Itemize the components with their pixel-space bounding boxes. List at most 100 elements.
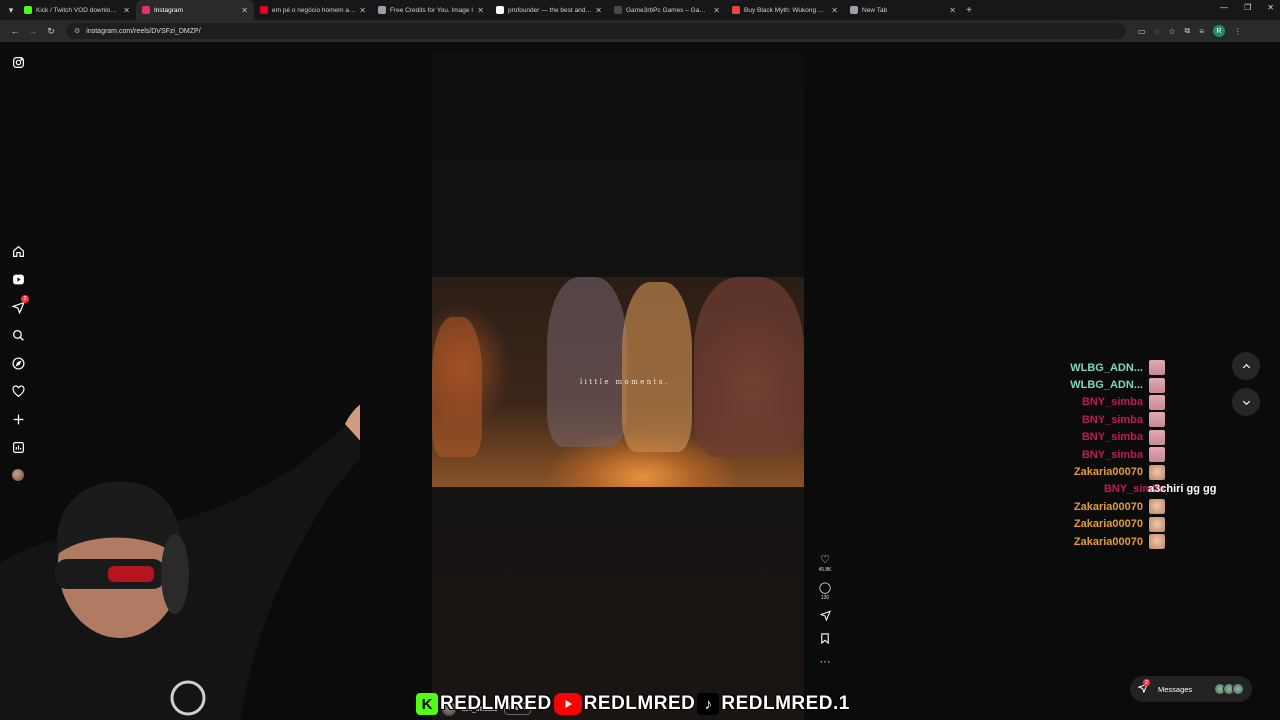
browser-tab[interactable]: Instagram ✕: [136, 0, 254, 20]
heart-icon: ♡: [820, 554, 830, 566]
downloads-icon[interactable]: ≡: [1199, 27, 1204, 36]
profile-avatar[interactable]: R: [1212, 25, 1225, 37]
browser-tab[interactable]: Buy Black Myth: Wukong Acco ✕: [726, 0, 844, 20]
chat-emote-icon: [1149, 377, 1165, 393]
reel-overlay-text: little moments.: [580, 378, 670, 386]
tab-favicon-icon: [850, 6, 858, 14]
menu-icon[interactable]: ⋮: [1234, 27, 1242, 36]
browser-tab[interactable]: Free Credits for You. Image I ✕: [372, 0, 490, 20]
browser-tab[interactable]: profounder — the best and fre ✕: [490, 0, 608, 20]
url-text: instagram.com/reels/DVSFzi_DMZP/: [86, 27, 201, 35]
back-icon[interactable]: ←: [6, 26, 24, 36]
more-options-button[interactable]: ···: [814, 656, 836, 668]
tab-close-icon[interactable]: ✕: [241, 6, 248, 15]
close-window-icon[interactable]: ✕: [1267, 3, 1274, 12]
reload-icon[interactable]: ↻: [42, 26, 60, 37]
browser-tab[interactable]: Kick / Twitch VOD downloader ✕: [18, 0, 136, 20]
tab-favicon-icon: [142, 6, 150, 14]
tab-close-icon[interactable]: ✕: [123, 6, 130, 15]
reel-video[interactable]: little moments.: [432, 277, 804, 487]
tab-close-icon[interactable]: ✕: [359, 6, 366, 15]
tab-favicon-icon: [496, 6, 504, 14]
chat-message: WLBG_ADN...: [1040, 376, 1165, 393]
tab-title: profounder — the best and fre: [508, 6, 593, 14]
chat-message: Zakaria00070: [1040, 463, 1165, 480]
reel-actions: ♡ 45.8K ◯ 130 ···: [814, 554, 836, 677]
browser-tab[interactable]: Game3rbPc Games – Games O ✕: [608, 0, 726, 20]
comment-count: 130: [820, 595, 830, 601]
instagram-page: 2 little moments. bihi_official1 Follow …: [0, 42, 1280, 720]
tab-title: em pé o negócio homem apon: [272, 6, 357, 14]
chat-emote-icon: [1149, 534, 1165, 550]
tab-favicon-icon: [378, 6, 386, 14]
tab-close-icon[interactable]: ✕: [949, 6, 956, 15]
tab-title: Instagram: [154, 6, 183, 14]
tab-close-icon[interactable]: ✕: [477, 6, 484, 15]
hide-icon[interactable]: ◌: [1155, 27, 1160, 36]
maximize-icon[interactable]: ❐: [1244, 3, 1251, 12]
browser-tab[interactable]: em pé o negócio homem apon ✕: [254, 0, 372, 20]
next-reel-button[interactable]: [1232, 388, 1260, 416]
streamer-webcam: [0, 404, 360, 720]
chat-emote-icon: [1149, 412, 1165, 428]
search-icon[interactable]: [9, 326, 27, 344]
extensions-icon[interactable]: ⧉: [1185, 26, 1191, 36]
messages-badge: 2: [1143, 679, 1150, 686]
chat-message: BNY_simba: [1040, 446, 1165, 463]
tiktok-logo-icon: ♪: [697, 693, 720, 715]
comment-icon: ◯: [818, 582, 832, 594]
address-bar[interactable]: ⚙ instagram.com/reels/DVSFzi_DMZP/: [66, 23, 1126, 39]
chat-username: WLBG_ADN...: [1070, 379, 1143, 392]
tab-close-icon[interactable]: ✕: [713, 6, 720, 15]
video-figure: [547, 277, 627, 447]
tab-close-icon[interactable]: ✕: [595, 6, 602, 15]
send-icon: [814, 610, 836, 624]
cast-icon[interactable]: ▭: [1138, 27, 1146, 36]
chevron-down-icon: [1242, 400, 1250, 405]
comment-button[interactable]: ◯ 130: [814, 582, 836, 601]
direct-send-icon[interactable]: 2: [9, 295, 29, 316]
minimize-icon[interactable]: —: [1220, 3, 1228, 12]
chat-emote-icon: [1149, 360, 1165, 376]
new-tab-button[interactable]: +: [962, 5, 976, 16]
messages-label: Messages: [1158, 684, 1193, 694]
youtube-logo-icon: [553, 693, 582, 715]
chat-username: BNY_simba: [1081, 413, 1143, 426]
tab-search-icon[interactable]: ▾: [4, 3, 18, 17]
like-button[interactable]: ♡ 45.8K: [814, 554, 836, 573]
chat-message: BNY_simba: [1040, 394, 1165, 411]
chat-message: Zakaria00070: [1040, 516, 1165, 533]
bookmark-star-icon[interactable]: ☆: [1168, 27, 1175, 36]
chat-message: BNY_simba: [1040, 411, 1165, 428]
chat-message: BNY_simba a3chiri gg gg: [1040, 481, 1217, 498]
message-avatars: [1214, 683, 1244, 695]
tab-title: Buy Black Myth: Wukong Acco: [744, 6, 829, 14]
tab-strip: ▾ Kick / Twitch VOD downloader ✕ Instagram…: [0, 0, 1280, 20]
reel-player[interactable]: little moments. bihi_official1 Follow: [432, 52, 804, 720]
chat-username: Zakaria00070: [1073, 535, 1143, 548]
browser-tab[interactable]: New Tab ✕: [844, 0, 962, 20]
reels-icon[interactable]: [9, 270, 27, 288]
video-figure: [622, 282, 692, 452]
site-info-icon[interactable]: ⚙: [74, 27, 80, 35]
share-button[interactable]: [814, 610, 836, 624]
chat-emote-icon: [1149, 447, 1165, 463]
chat-emote-icon: [1149, 429, 1165, 445]
save-button[interactable]: [814, 633, 836, 647]
previous-reel-button[interactable]: [1232, 352, 1260, 380]
instagram-logo-icon[interactable]: [9, 53, 27, 71]
kick-logo-icon: K: [416, 693, 438, 715]
more-dots-icon: ···: [819, 656, 831, 668]
chat-emote-icon: [1149, 464, 1165, 480]
webcam-lens: [108, 566, 154, 582]
tab-favicon-icon: [24, 6, 32, 14]
tiktok-channel-name: REDLMRED.1: [721, 692, 850, 714]
messages-button[interactable]: 2 Messages: [1130, 676, 1252, 702]
tab-close-icon[interactable]: ✕: [831, 6, 838, 15]
chat-emote-icon: [1149, 394, 1165, 410]
chat-username: BNY_simba: [1081, 448, 1143, 461]
home-icon[interactable]: [9, 242, 27, 260]
kick-channel-name: REDLMRED: [439, 692, 552, 714]
forward-icon[interactable]: →: [24, 26, 42, 36]
chat-message: Zakaria00070: [1040, 498, 1165, 515]
